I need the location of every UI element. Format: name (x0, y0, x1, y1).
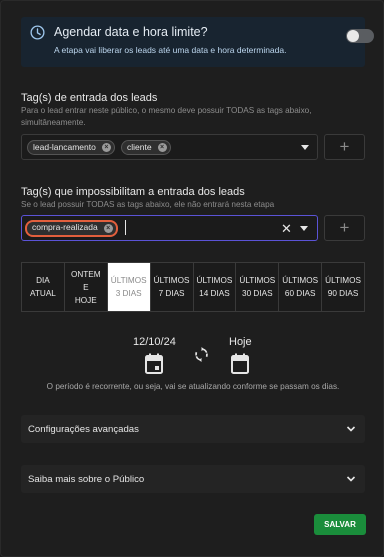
range-option-ultimos-90-dias[interactable]: ÚLTIMOS 90 DIAS (322, 263, 364, 311)
block-tags-label: Tag(s) que impossibilitam a entrada dos … (21, 186, 245, 198)
date-range-selector: DIA ATUAL ONTEM E HOJE ÚLTIMOS 3 DIAS ÚLTIMO… (21, 262, 365, 312)
range-option-dia-atual[interactable]: DIA ATUAL (22, 263, 65, 311)
alert-description: A etapa vai liberar os leads até uma dat… (54, 45, 287, 55)
audience-settings-panel: Agendar data e hora limite? A etapa vai … (0, 0, 384, 557)
text-cursor (125, 220, 126, 235)
chevron-down-icon (346, 426, 356, 432)
toggle-knob (347, 30, 359, 42)
range-option-ultimos-14-dias[interactable]: ÚLTIMOS 14 DIAS (194, 263, 237, 311)
block-tags-hint: Se o lead possuir TODAS as tags abaixo, … (21, 200, 275, 209)
chevron-down-icon[interactable] (301, 145, 309, 150)
tag-chip-compra-realizada[interactable]: compra-realizada × (25, 220, 118, 237)
alert-title: Agendar data e hora limite? (54, 25, 208, 39)
add-entry-tag-button[interactable]: + (324, 134, 365, 160)
remove-chip-icon[interactable]: × (101, 143, 111, 152)
accordion-title: Configurações avançadas (28, 424, 139, 435)
block-tags-select[interactable]: compra-realizada × ✕ (21, 215, 318, 241)
remove-chip-icon[interactable]: × (103, 224, 113, 233)
schedule-deadline-alert: Agendar data e hora limite? A etapa vai … (21, 17, 374, 67)
entry-tags-label: Tag(s) de entrada dos leads (21, 92, 158, 104)
calendar-icon[interactable] (231, 353, 249, 374)
entry-tags-select[interactable]: lead-lancamento × cliente × (21, 134, 318, 160)
range-option-ultimos-7-dias[interactable]: ÚLTIMOS 7 DIAS (151, 263, 194, 311)
range-option-ultimos-60-dias[interactable]: ÚLTIMOS 60 DIAS (279, 263, 323, 311)
calendar-icon[interactable] (145, 353, 163, 374)
remove-chip-icon[interactable]: × (157, 143, 167, 152)
clear-icon[interactable]: ✕ (281, 221, 292, 237)
start-date-label: 12/10/24 (133, 336, 176, 348)
chevron-down-icon[interactable] (300, 226, 308, 231)
range-option-ultimos-3-dias[interactable]: ÚLTIMOS 3 DIAS (107, 263, 151, 311)
end-date-label: Hoje (229, 336, 252, 348)
schedule-toggle[interactable] (346, 29, 374, 43)
save-button[interactable]: SALVAR (314, 514, 366, 535)
clock-icon (30, 25, 45, 40)
tag-chip-label: lead-lancamento (33, 142, 96, 152)
tag-chip-label: compra-realizada (32, 222, 98, 232)
range-option-ontem-e-hoje[interactable]: ONTEM E HOJE (65, 263, 108, 311)
accordion-title: Saiba mais sobre o Público (28, 474, 145, 485)
entry-tags-hint-2: simultâneamente. (21, 118, 86, 127)
sync-icon (195, 347, 208, 362)
about-audience-accordion[interactable]: Saiba mais sobre o Público (21, 465, 365, 493)
advanced-settings-accordion[interactable]: Configurações avançadas (21, 415, 365, 443)
entry-tags-hint-1: Para o lead entrar neste público, o mesm… (21, 106, 312, 115)
tag-chip-label: cliente (127, 142, 152, 152)
tag-chip-lead-lancamento[interactable]: lead-lancamento × (27, 140, 115, 155)
add-block-tag-button[interactable]: + (324, 215, 365, 241)
recurrence-note: O período é recorrente, ou seja, vai se … (46, 382, 340, 391)
chevron-down-icon (346, 476, 356, 482)
range-option-ultimos-30-dias[interactable]: ÚLTIMOS 30 DIAS (236, 263, 280, 311)
tag-chip-cliente[interactable]: cliente × (121, 140, 171, 155)
